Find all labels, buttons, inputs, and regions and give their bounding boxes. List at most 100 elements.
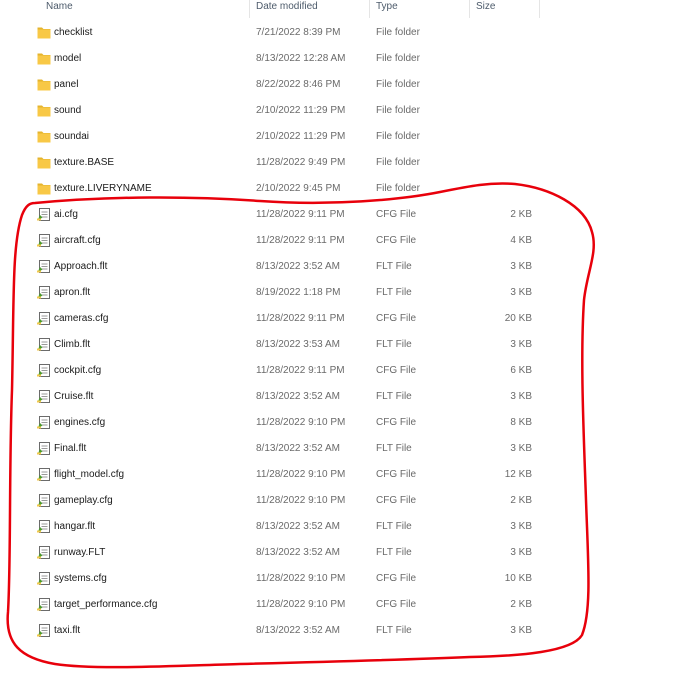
file-type: CFG File (376, 599, 416, 610)
column-header-type[interactable]: Type (370, 0, 470, 18)
file-name: texture.BASE (54, 157, 115, 168)
file-date-modified: 8/19/2022 1:18 PM (256, 287, 341, 298)
file-row[interactable]: Final.flt 8/13/2022 3:52 AM FLT File 3 KB (0, 436, 690, 462)
file-size: 3 KB (510, 625, 532, 636)
config-file-icon (37, 260, 51, 273)
file-date-modified: 2/10/2022 11:29 PM (256, 131, 346, 142)
file-size (470, 46, 532, 72)
file-row[interactable]: Cruise.flt 8/13/2022 3:52 AM FLT File 3 KB (0, 384, 690, 410)
file-size: 3 KB (510, 287, 532, 298)
file-type: FLT File (376, 443, 412, 454)
column-header-date-modified[interactable]: Date modified (250, 0, 370, 18)
file-size: 3 KB (510, 547, 532, 558)
file-name: Cruise.flt (54, 391, 94, 402)
file-size: 12 KB (504, 469, 532, 480)
file-size (470, 98, 532, 124)
file-size: 10 KB (504, 573, 532, 584)
column-header-name[interactable]: Name (40, 0, 250, 18)
file-date-modified: 8/13/2022 3:52 AM (256, 261, 340, 272)
file-size: 3 KB (510, 521, 532, 532)
config-file-icon (37, 624, 51, 637)
file-type: FLT File (376, 547, 412, 558)
file-row[interactable]: taxi.flt 8/13/2022 3:52 AM FLT File 3 KB (0, 618, 690, 644)
file-date-modified: 8/13/2022 3:53 AM (256, 339, 340, 350)
config-file-icon (37, 598, 51, 611)
file-type: FLT File (376, 261, 412, 272)
file-name: soundai (54, 131, 90, 142)
file-row[interactable]: Approach.flt 8/13/2022 3:52 AM FLT File 3 K… (0, 254, 690, 280)
config-file-icon (37, 416, 51, 429)
file-type: File folder (376, 79, 420, 90)
file-size (470, 20, 532, 46)
column-header-bar: Name Date modified Type Size (0, 0, 690, 18)
file-date-modified: 8/13/2022 3:52 AM (256, 443, 340, 454)
file-date-modified: 8/22/2022 8:46 PM (256, 79, 341, 90)
folder-row[interactable]: model 8/13/2022 12:28 AM File folder (0, 46, 690, 72)
file-name: Climb.flt (54, 339, 91, 350)
file-row[interactable]: flight_model.cfg 11/28/2022 9:10 PM CFG Fi… (0, 462, 690, 488)
config-file-icon (37, 494, 51, 507)
file-row[interactable]: ai.cfg 11/28/2022 9:11 PM CFG File 2 KB (0, 202, 690, 228)
file-row[interactable]: hangar.flt 8/13/2022 3:52 AM FLT File 3 KB (0, 514, 690, 540)
file-date-modified: 8/13/2022 3:52 AM (256, 547, 340, 558)
file-type: CFG File (376, 469, 416, 480)
file-row[interactable]: engines.cfg 11/28/2022 9:10 PM CFG File 8 K… (0, 410, 690, 436)
file-size: 6 KB (510, 365, 532, 376)
file-size: 2 KB (510, 495, 532, 506)
folder-row[interactable]: texture.LIVERYNAME 2/10/2022 9:45 PM File … (0, 176, 690, 202)
file-type: CFG File (376, 573, 416, 584)
file-name: taxi.flt (54, 625, 81, 636)
file-type: FLT File (376, 391, 412, 402)
file-size (470, 124, 532, 150)
file-name: apron.flt (54, 287, 91, 298)
file-row[interactable]: systems.cfg 11/28/2022 9:10 PM CFG File 10 … (0, 566, 690, 592)
file-date-modified: 11/28/2022 9:10 PM (256, 417, 346, 428)
folder-icon (37, 52, 51, 65)
file-date-modified: 11/28/2022 9:11 PM (256, 365, 345, 376)
config-file-icon (37, 364, 51, 377)
file-date-modified: 11/28/2022 9:49 PM (256, 157, 346, 168)
file-size (470, 150, 532, 176)
file-size: 3 KB (510, 261, 532, 272)
file-type: FLT File (376, 287, 412, 298)
file-type: File folder (376, 183, 420, 194)
file-size: 2 KB (510, 599, 532, 610)
file-date-modified: 11/28/2022 9:10 PM (256, 599, 346, 610)
file-name: panel (54, 79, 79, 90)
file-row[interactable]: runway.FLT 8/13/2022 3:52 AM FLT File 3 KB (0, 540, 690, 566)
file-type: File folder (376, 157, 420, 168)
folder-row[interactable]: panel 8/22/2022 8:46 PM File folder (0, 72, 690, 98)
file-name: model (54, 53, 82, 64)
folder-row[interactable]: sound 2/10/2022 11:29 PM File folder (0, 98, 690, 124)
file-name: texture.LIVERYNAME (54, 183, 152, 194)
file-name: engines.cfg (54, 417, 106, 428)
file-row[interactable]: aircraft.cfg 11/28/2022 9:11 PM CFG File 4 … (0, 228, 690, 254)
file-row[interactable]: target_performance.cfg 11/28/2022 9:10 PM… (0, 592, 690, 618)
folder-row[interactable]: checklist 7/21/2022 8:39 PM File folder (0, 20, 690, 46)
folder-row[interactable]: soundai 2/10/2022 11:29 PM File folder (0, 124, 690, 150)
file-row[interactable]: Climb.flt 8/13/2022 3:53 AM FLT File 3 KB (0, 332, 690, 358)
file-type: CFG File (376, 365, 416, 376)
config-file-icon (37, 390, 51, 403)
folder-row[interactable]: texture.BASE 11/28/2022 9:49 PM File folde… (0, 150, 690, 176)
file-row[interactable]: cockpit.cfg 11/28/2022 9:11 PM CFG File 6 K… (0, 358, 690, 384)
file-type: FLT File (376, 625, 412, 636)
file-row[interactable]: cameras.cfg 11/28/2022 9:11 PM CFG File 20 … (0, 306, 690, 332)
config-file-icon (37, 546, 51, 559)
file-row[interactable]: gameplay.cfg 11/28/2022 9:10 PM CFG File 2 … (0, 488, 690, 514)
column-header-size[interactable]: Size (470, 0, 540, 18)
file-type: File folder (376, 131, 420, 142)
config-file-icon (37, 234, 51, 247)
file-date-modified: 11/28/2022 9:10 PM (256, 573, 346, 584)
file-type: CFG File (376, 313, 416, 324)
config-file-icon (37, 520, 51, 533)
file-type: CFG File (376, 495, 416, 506)
file-name: flight_model.cfg (54, 469, 125, 480)
file-name: cameras.cfg (54, 313, 109, 324)
file-name: target_performance.cfg (54, 599, 158, 610)
file-name: runway.FLT (54, 547, 106, 558)
file-type: CFG File (376, 235, 416, 246)
config-file-icon (37, 312, 51, 325)
file-date-modified: 7/21/2022 8:39 PM (256, 27, 341, 38)
file-row[interactable]: apron.flt 8/19/2022 1:18 PM FLT File 3 KB (0, 280, 690, 306)
